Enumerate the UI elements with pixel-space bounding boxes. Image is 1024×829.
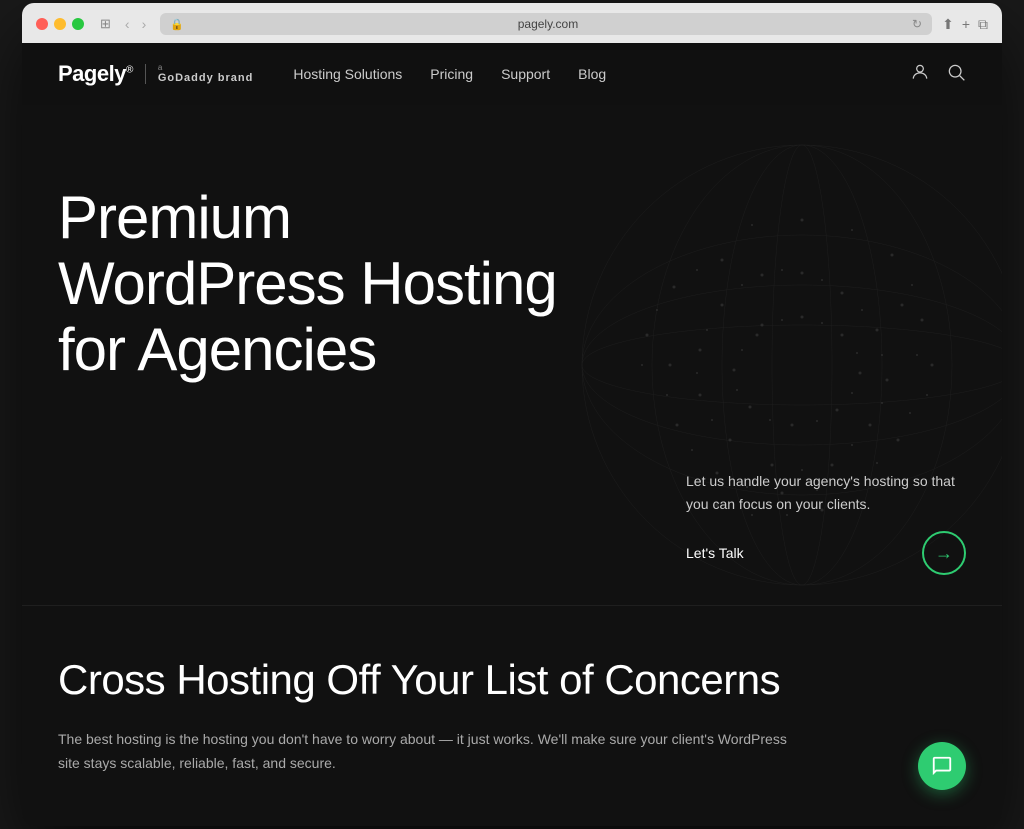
url-text: pagely.com xyxy=(190,17,906,31)
nav-support[interactable]: Support xyxy=(501,66,550,82)
hero-cta-row: Let's Talk → xyxy=(686,531,966,575)
site-nav: Hosting Solutions Pricing Support Blog xyxy=(293,66,606,82)
forward-button[interactable]: › xyxy=(138,14,151,34)
site-header: Pagely® a GoDaddy brand Hosting Solution… xyxy=(22,43,1002,105)
cta-arrow-button[interactable]: → xyxy=(922,531,966,575)
chrome-actions: ⬆ + ⧉ xyxy=(942,16,988,33)
maximize-button[interactable] xyxy=(72,18,84,30)
new-tab-icon[interactable]: + xyxy=(962,16,970,32)
account-icon[interactable] xyxy=(910,62,930,87)
hero-content: Premium WordPress Hosting for Agencies xyxy=(58,185,598,383)
browser-window: ⊞ ‹ › 🔒 pagely.com ↻ ⬆ + ⧉ Pagely® xyxy=(22,3,1002,826)
logo[interactable]: Pagely® xyxy=(58,61,133,87)
share-icon[interactable]: ⬆ xyxy=(942,16,954,33)
bottom-section: Cross Hosting Off Your List of Concerns … xyxy=(22,605,1002,826)
header-actions xyxy=(910,62,966,87)
arrow-right-icon: → xyxy=(935,543,953,564)
tab-overview-icon[interactable]: ⧉ xyxy=(978,16,988,33)
address-bar[interactable]: 🔒 pagely.com ↻ xyxy=(160,13,932,35)
sidebar-toggle-icon[interactable]: ⊞ xyxy=(100,16,111,32)
lets-talk-link[interactable]: Let's Talk xyxy=(686,545,744,561)
nav-blog[interactable]: Blog xyxy=(578,66,606,82)
close-button[interactable] xyxy=(36,18,48,30)
reload-icon[interactable]: ↻ xyxy=(912,17,922,31)
browser-chrome: ⊞ ‹ › 🔒 pagely.com ↻ ⬆ + ⧉ xyxy=(22,3,1002,43)
godaddy-brand-text: GoDaddy brand xyxy=(158,72,254,85)
nav-pricing[interactable]: Pricing xyxy=(430,66,473,82)
website-content: Pagely® a GoDaddy brand Hosting Solution… xyxy=(22,43,1002,826)
godaddy-badge: a GoDaddy brand xyxy=(158,63,254,86)
minimize-button[interactable] xyxy=(54,18,66,30)
search-icon[interactable] xyxy=(946,62,966,87)
section-description: The best hosting is the hosting you don'… xyxy=(58,728,798,776)
section-heading: Cross Hosting Off Your List of Concerns xyxy=(58,656,966,704)
traffic-lights xyxy=(36,18,84,30)
chrome-controls: ⊞ xyxy=(100,16,111,32)
nav-hosting-solutions[interactable]: Hosting Solutions xyxy=(293,66,402,82)
hero-section: Premium WordPress Hosting for Agencies L… xyxy=(22,105,1002,605)
lock-icon: 🔒 xyxy=(170,18,184,31)
logo-divider xyxy=(145,64,146,84)
hero-subtitle: Let us handle your agency's hosting so t… xyxy=(686,470,966,515)
chrome-nav: ‹ › xyxy=(121,14,150,34)
hero-cta-area: Let us handle your agency's hosting so t… xyxy=(686,470,966,575)
hero-title: Premium WordPress Hosting for Agencies xyxy=(58,185,598,383)
logo-area: Pagely® a GoDaddy brand xyxy=(58,61,253,87)
back-button[interactable]: ‹ xyxy=(121,14,134,34)
